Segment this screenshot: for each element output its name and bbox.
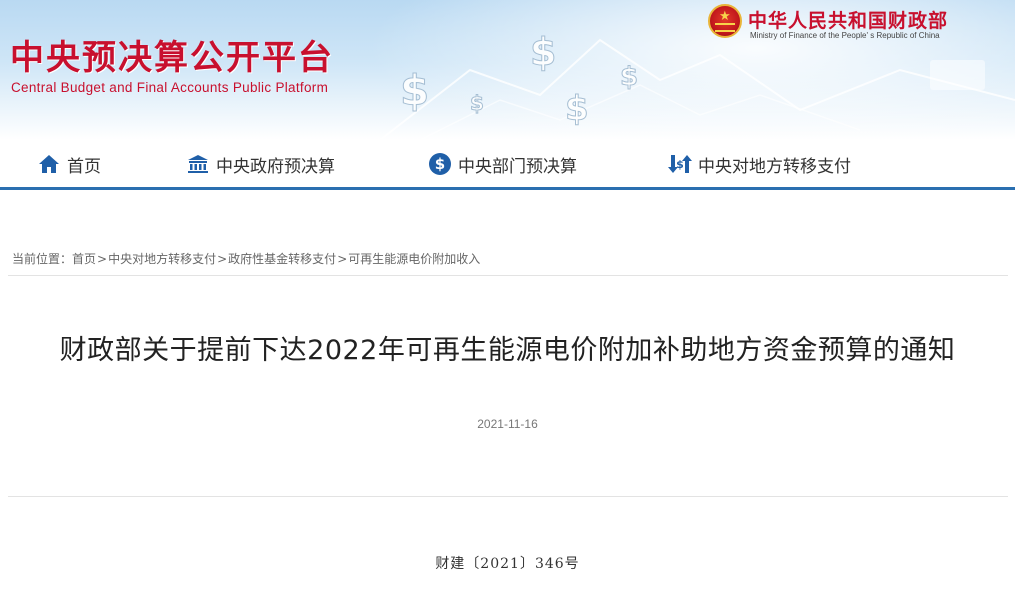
- ministry-name-cn: 中华人民共和国财政部: [748, 10, 949, 32]
- article-date: 2021-11-16: [477, 417, 538, 431]
- ministry-name-en: Ministry of Finance of the People' s Rep…: [750, 31, 940, 40]
- nav-item-label: 中央部门预决算: [458, 156, 577, 177]
- home-icon: [37, 152, 61, 176]
- svg-text:$: $: [435, 155, 445, 173]
- national-emblem-icon: ★: [708, 4, 742, 38]
- divider: [8, 496, 1008, 497]
- transfer-arrows-icon: $: [668, 152, 692, 176]
- breadcrumb-prefix: 当前位置：: [12, 252, 73, 266]
- nav-item-transfer-payments[interactable]: $ 中央对地方转移支付: [668, 150, 851, 178]
- breadcrumb-link-home[interactable]: 首页: [72, 252, 96, 266]
- breadcrumb-link-transfer-payments[interactable]: 中央对地方转移支付: [108, 252, 216, 266]
- nav-item-label: 中央政府预决算: [216, 156, 335, 177]
- document-number: 财建〔2021〕346号: [435, 556, 580, 572]
- breadcrumb: 当前位置：首页>中央对地方转移支付>政府性基金转移支付>可再生能源电价附加收入: [12, 250, 480, 267]
- nav-item-home[interactable]: 首页: [37, 150, 101, 178]
- nav-item-central-government-budget[interactable]: 中央政府预决算: [186, 150, 335, 178]
- main-nav: 首页 中央政府预决算 $ 中央部门预决算 $ 中央对地方转移支付: [0, 140, 1015, 190]
- breadcrumb-separator: >: [97, 252, 108, 266]
- header-banner: $ $ $ $ $ 中央预决算公开平台 Central Budget and F…: [0, 0, 1015, 140]
- breadcrumb-link-fund-transfer[interactable]: 政府性基金转移支付: [228, 252, 336, 266]
- nav-item-label: 中央对地方转移支付: [698, 156, 851, 177]
- site-subtitle: Central Budget and Final Accounts Public…: [11, 80, 329, 95]
- nav-item-central-department-budget[interactable]: $ 中央部门预决算: [428, 150, 577, 178]
- svg-text:$: $: [530, 30, 556, 74]
- svg-text:$: $: [620, 62, 638, 92]
- article-title: 财政部关于提前下达2022年可再生能源电价附加补助地方资金预算的通知: [59, 335, 956, 366]
- svg-text:$: $: [565, 89, 589, 129]
- ministry-logo[interactable]: ★ 中华人民共和国财政部 Ministry of Finance of the …: [708, 4, 1008, 44]
- dollar-coin-icon: $: [428, 152, 452, 176]
- breadcrumb-link-renewable-energy[interactable]: 可再生能源电价附加收入: [348, 252, 480, 266]
- svg-text:$: $: [400, 66, 429, 115]
- site-title: 中央预决算公开平台: [10, 38, 334, 78]
- government-building-icon: [186, 152, 210, 176]
- nav-item-label: 首页: [67, 156, 101, 177]
- breadcrumb-separator: >: [217, 252, 228, 266]
- divider: [8, 275, 1008, 276]
- svg-text:$: $: [470, 91, 484, 115]
- breadcrumb-separator: >: [337, 252, 348, 266]
- svg-text:$: $: [676, 158, 684, 171]
